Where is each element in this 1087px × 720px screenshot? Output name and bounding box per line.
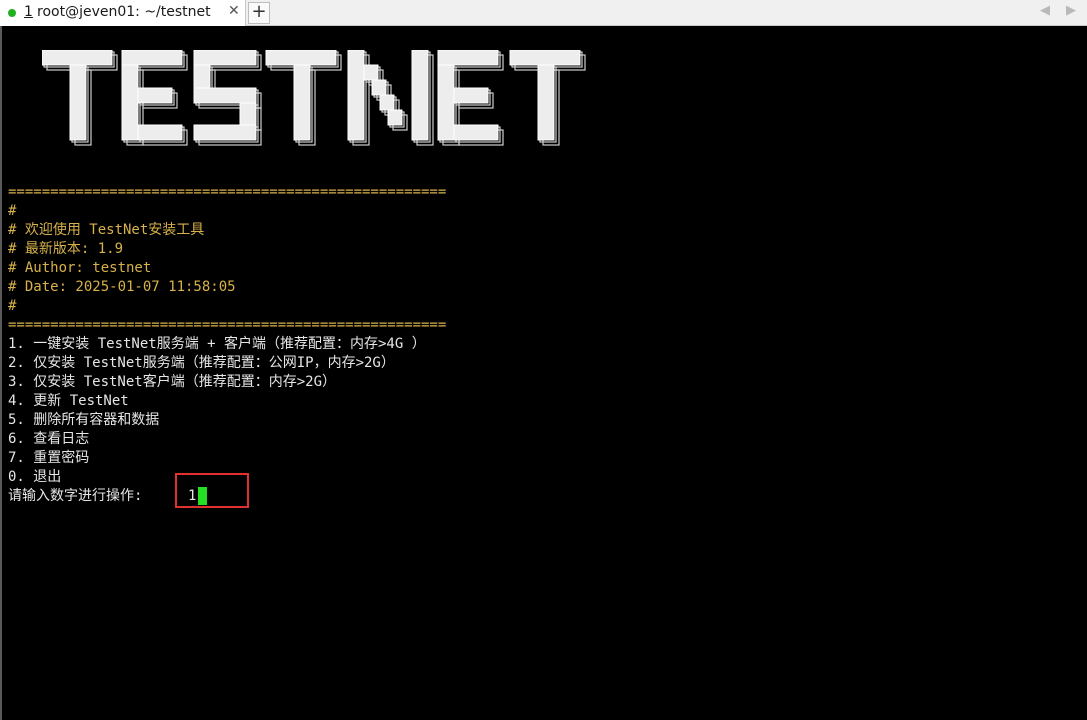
tab-title: root@jeven01: ~/testnet	[37, 4, 211, 20]
testnet-banner-logo	[42, 50, 586, 146]
scroll-left-icon[interactable]: ◀	[1040, 3, 1050, 18]
menu-item-view-logs: 6. 查看日志	[8, 431, 90, 447]
welcome-line: # 欢迎使用 TestNet安装工具	[8, 222, 205, 238]
menu-item-reset-password: 7. 重置密码	[8, 450, 90, 466]
separator-top: ========================================…	[8, 184, 447, 200]
scroll-right-icon[interactable]: ▶	[1066, 3, 1076, 18]
date-line: # Date: 2025-01-07 11:58:05	[8, 279, 236, 295]
header-line: #	[8, 203, 17, 219]
header-line: #	[8, 298, 17, 314]
menu-item-install-server: 2. 仅安装 TestNet服务端（推荐配置：公网IP，内存>2G）	[8, 355, 395, 371]
menu-item-update: 4. 更新 TestNet	[8, 393, 129, 409]
input-prompt: 请输入数字进行操作:	[8, 488, 143, 504]
menu-item-delete-all: 5. 删除所有容器和数据	[8, 412, 160, 428]
author-line: # Author: testnet	[8, 260, 152, 276]
version-line: # 最新版本: 1.9	[8, 241, 124, 257]
menu-item-install-all: 1. 一键安装 TestNet服务端 + 客户端（推荐配置：内存>4G ）	[8, 336, 426, 352]
input-highlight-box	[175, 473, 249, 508]
separator-bottom: ========================================…	[8, 317, 447, 333]
close-icon[interactable]: ✕	[228, 3, 240, 19]
menu-item-install-client: 3. 仅安装 TestNet客户端（推荐配置：内存>2G）	[8, 374, 337, 390]
status-dot-icon	[8, 9, 16, 17]
terminal-window[interactable]: ========================================…	[0, 26, 1087, 720]
new-tab-button[interactable]: +	[248, 2, 270, 24]
terminal-tab[interactable]: 1 root@jeven01: ~/testnet ✕	[0, 0, 246, 26]
menu-item-exit: 0. 退出	[8, 469, 62, 485]
tab-bar: 1 root@jeven01: ~/testnet ✕ + ◀ ▶	[0, 0, 1087, 26]
tab-number: 1	[24, 4, 33, 20]
